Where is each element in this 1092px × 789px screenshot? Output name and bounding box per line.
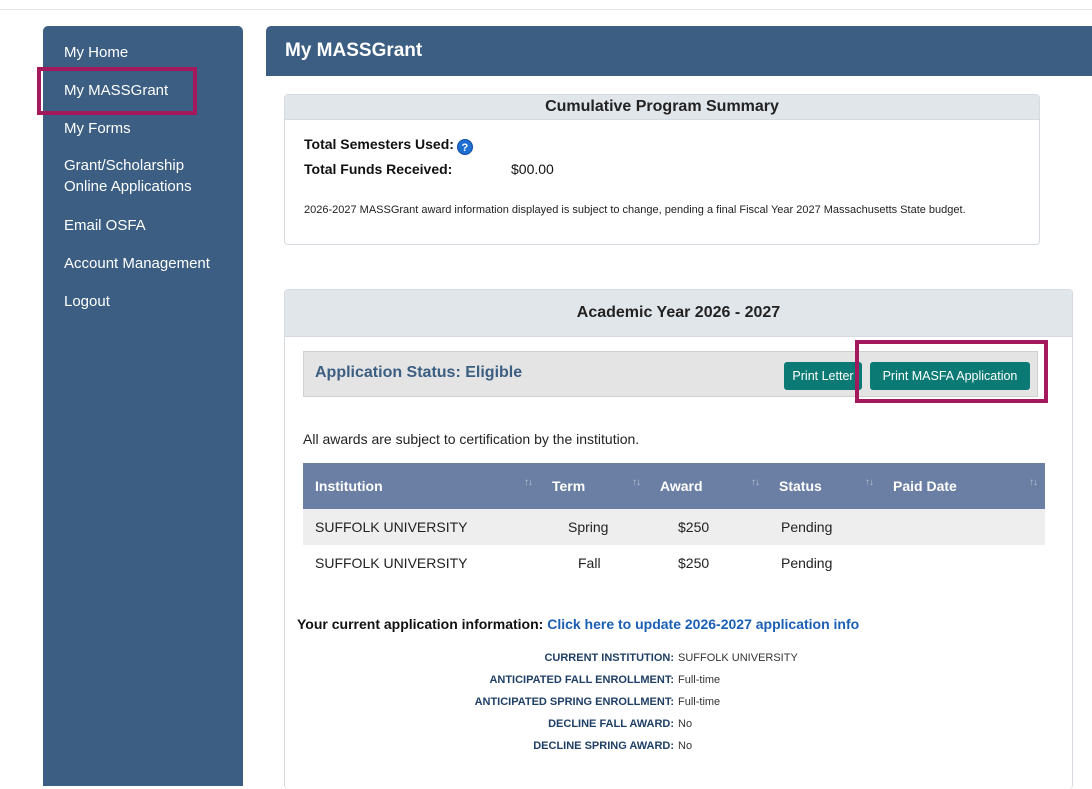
col-term[interactable]: Term ↑↓ <box>540 463 648 509</box>
col-paid-date-label: Paid Date <box>893 478 957 494</box>
help-icon[interactable]: ? <box>456 139 473 155</box>
awards-table: Institution ↑↓ Term ↑↓ Award ↑↓ Status ↑↓ Pa… <box>303 463 1045 581</box>
info-row-decline-fall: DECLINE FALL AWARD: No <box>266 718 1092 734</box>
update-application-link[interactable]: Click here to update 2026-2027 applicati… <box>547 616 859 632</box>
cell-award: $250 <box>648 545 767 581</box>
col-status-label: Status <box>779 478 822 494</box>
academic-year-heading: Academic Year 2026 - 2027 <box>285 290 1072 337</box>
sidebar-item-account-management[interactable]: Account Management <box>64 254 210 274</box>
application-status: Application Status: Eligible <box>315 364 523 381</box>
col-paid-date[interactable]: Paid Date ↑↓ <box>881 463 1045 509</box>
col-award[interactable]: Award ↑↓ <box>648 463 767 509</box>
application-info-heading: Your current application information: Cl… <box>297 616 859 632</box>
funds-received-value: $00.00 <box>511 161 554 177</box>
cell-term: Spring <box>540 509 648 545</box>
info-value: Full-time <box>678 674 721 686</box>
info-label: ANTICIPATED FALL ENROLLMENT: <box>489 674 674 686</box>
main-content: Cumulative Program Summary Total Semeste… <box>266 76 1092 789</box>
cell-status: Pending <box>767 509 881 545</box>
cell-paid-date <box>881 509 1045 545</box>
table-row: SUFFOLK UNIVERSITY Fall $250 Pending <box>303 545 1045 581</box>
sidebar-nav: My Home My MASSGrant My Forms Grant/Scho… <box>43 26 243 786</box>
info-value: SUFFOLK UNIVERSITY <box>678 652 798 664</box>
sort-icon[interactable]: ↑↓ <box>524 477 533 488</box>
sidebar-item-email-osfa[interactable]: Email OSFA <box>64 216 146 236</box>
sidebar-item-my-forms[interactable]: My Forms <box>64 119 131 139</box>
info-label: ANTICIPATED SPRING ENROLLMENT: <box>474 696 674 708</box>
cell-paid-date <box>881 545 1045 581</box>
certification-note: All awards are subject to certification … <box>303 431 640 447</box>
info-label: CURRENT INSTITUTION: <box>544 652 674 664</box>
table-header-row: Institution ↑↓ Term ↑↓ Award ↑↓ Status ↑↓ Pa… <box>303 463 1045 509</box>
sort-icon[interactable]: ↑↓ <box>632 477 641 488</box>
sort-icon[interactable]: ↑↓ <box>865 477 874 488</box>
sort-icon[interactable]: ↑↓ <box>1029 477 1038 488</box>
col-institution-label: Institution <box>315 478 383 494</box>
page-title: My MASSGrant <box>285 40 423 61</box>
semesters-used-label: Total Semesters Used:? <box>304 136 473 155</box>
cell-status: Pending <box>767 545 881 581</box>
info-row-decline-spring: DECLINE SPRING AWARD: No <box>266 740 1092 756</box>
sidebar-item-logout[interactable]: Logout <box>64 292 110 312</box>
info-label: DECLINE FALL AWARD: <box>548 718 674 730</box>
info-row-spring-enrollment: ANTICIPATED SPRING ENROLLMENT: Full-time <box>266 696 1092 712</box>
top-divider <box>0 9 1092 10</box>
cell-institution: SUFFOLK UNIVERSITY <box>303 509 540 545</box>
summary-heading: Cumulative Program Summary <box>285 95 1039 120</box>
table-row: SUFFOLK UNIVERSITY Spring $250 Pending <box>303 509 1045 545</box>
semesters-used-text: Total Semesters Used: <box>304 136 454 152</box>
academic-year-panel: Academic Year 2026 - 2027 Application St… <box>284 289 1073 789</box>
sidebar-item-grant-scholarship[interactable]: Grant/Scholarship <box>64 156 184 176</box>
application-info-label: Your current application information: <box>297 616 544 632</box>
info-value: Full-time <box>678 696 721 708</box>
funds-received-label: Total Funds Received: <box>304 161 453 177</box>
application-status-bar: Application Status: Eligible Print Lette… <box>303 351 1038 397</box>
sidebar-item-online-applications[interactable]: Online Applications <box>64 177 192 197</box>
info-value: No <box>678 740 693 752</box>
col-award-label: Award <box>660 478 703 494</box>
col-term-label: Term <box>552 478 586 494</box>
info-row-fall-enrollment: ANTICIPATED FALL ENROLLMENT: Full-time <box>266 674 1092 690</box>
info-label: DECLINE SPRING AWARD: <box>533 740 674 752</box>
sidebar-item-my-home[interactable]: My Home <box>64 43 128 63</box>
sort-icon[interactable]: ↑↓ <box>751 477 760 488</box>
info-row-current-institution: CURRENT INSTITUTION: SUFFOLK UNIVERSITY <box>266 652 1092 668</box>
col-status[interactable]: Status ↑↓ <box>767 463 881 509</box>
print-masfa-application-button[interactable]: Print MASFA Application <box>870 362 1030 390</box>
cell-award: $250 <box>648 509 767 545</box>
print-letter-button[interactable]: Print Letter <box>784 362 862 390</box>
cell-institution: SUFFOLK UNIVERSITY <box>303 545 540 581</box>
cell-term: Fall <box>540 545 648 581</box>
budget-disclaimer: 2026-2027 MASSGrant award information di… <box>304 204 966 216</box>
col-institution[interactable]: Institution ↑↓ <box>303 463 540 509</box>
sidebar-item-my-massgrant[interactable]: My MASSGrant <box>64 81 168 101</box>
summary-panel: Cumulative Program Summary Total Semeste… <box>284 94 1040 245</box>
info-value: No <box>678 718 693 730</box>
page-header: My MASSGrant <box>266 26 1092 76</box>
